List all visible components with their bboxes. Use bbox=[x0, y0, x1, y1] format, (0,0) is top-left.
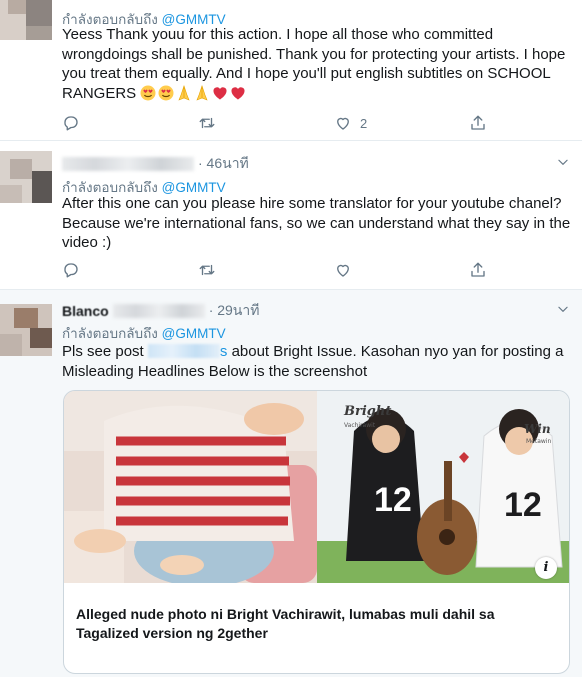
tweet[interactable]: Blanco · 29นาที กำลังตอบกลับถึง @GMMTV P… bbox=[0, 290, 582, 677]
user-name[interactable]: Blanco bbox=[62, 303, 109, 319]
tweet-actions: 2 bbox=[62, 114, 502, 134]
reply-button[interactable] bbox=[62, 114, 80, 132]
avatar[interactable] bbox=[0, 0, 52, 52]
info-icon[interactable]: i bbox=[535, 557, 557, 579]
replying-prefix: กำลังตอบกลับถึง bbox=[62, 326, 158, 341]
replying-prefix: กำลังตอบกลับถึง bbox=[62, 180, 158, 195]
like-count: 2 bbox=[360, 115, 368, 131]
like-button[interactable]: 2 bbox=[334, 114, 367, 132]
reply-icon bbox=[64, 263, 78, 278]
replying-to: กำลังตอบกลับถึง @GMMTV bbox=[62, 322, 226, 344]
share-button[interactable] bbox=[469, 261, 487, 279]
tweet-text: Yeess Thank youu for this action. I hope… bbox=[62, 25, 572, 103]
user-handle[interactable] bbox=[112, 304, 205, 318]
tweet-text: After this one can you please hire some … bbox=[62, 194, 572, 253]
tweet-header: Blanco · 29นาที bbox=[62, 300, 259, 322]
link-card[interactable]: 12 12 Bright Vachirawit Win Metawin i Al… bbox=[63, 390, 570, 674]
tweet-body: After this one can you please hire some … bbox=[62, 195, 571, 251]
retweet-button[interactable] bbox=[198, 114, 216, 132]
image-label: Win bbox=[524, 422, 551, 436]
folded-hands-icon bbox=[176, 84, 192, 101]
reply-icon bbox=[64, 116, 78, 131]
retweet-button[interactable] bbox=[198, 261, 216, 279]
user-name[interactable] bbox=[62, 157, 194, 171]
avatar[interactable] bbox=[0, 151, 52, 203]
post-link-blurred[interactable] bbox=[147, 344, 220, 358]
tweet-text: Pls see post s about Bright Issue. Kasoh… bbox=[62, 342, 572, 381]
card-title[interactable]: Alleged nude photo ni Bright Vachirawit,… bbox=[76, 605, 556, 643]
heart-eyes-icon bbox=[158, 85, 174, 101]
red-heart-icon bbox=[212, 85, 228, 101]
mention-link[interactable]: @GMMTV bbox=[162, 326, 226, 341]
avatar[interactable] bbox=[0, 304, 52, 356]
share-button[interactable] bbox=[469, 114, 487, 132]
image-sublabel: Vachirawit bbox=[344, 422, 376, 429]
heart-icon bbox=[337, 264, 349, 277]
retweet-icon bbox=[199, 117, 215, 129]
tweet-body: Yeess Thank youu for this action. I hope… bbox=[62, 26, 566, 102]
tweet[interactable]: · 46นาที กำลังตอบกลับถึง @GMMTV After th… bbox=[0, 141, 582, 290]
share-icon bbox=[471, 115, 485, 130]
mention-link[interactable]: @GMMTV bbox=[162, 180, 226, 195]
share-icon bbox=[471, 262, 485, 277]
image-label: Bright bbox=[343, 404, 391, 419]
post-link-tail[interactable]: s bbox=[220, 343, 228, 360]
tweet[interactable]: กำลังตอบกลับถึง @GMMTV Yeess Thank youu … bbox=[0, 0, 582, 141]
timestamp[interactable]: · 29นาที bbox=[209, 300, 260, 322]
emoji-row bbox=[140, 84, 248, 102]
heart-eyes-icon bbox=[140, 85, 156, 101]
like-button[interactable] bbox=[334, 261, 352, 279]
chevron-down-icon[interactable] bbox=[556, 155, 570, 169]
tweet-header: · 46นาที bbox=[62, 153, 249, 175]
tweet-body-start: Pls see post bbox=[62, 343, 144, 360]
card-image-art: 12 12 Bright Vachirawit Win Metawin bbox=[64, 391, 569, 583]
red-heart-icon bbox=[230, 85, 246, 101]
reply-button[interactable] bbox=[62, 261, 80, 279]
image-sublabel: Metawin bbox=[526, 438, 551, 445]
chevron-down-icon[interactable] bbox=[556, 302, 570, 316]
heart-icon bbox=[337, 117, 349, 130]
retweet-icon bbox=[199, 264, 215, 276]
card-image[interactable]: 12 12 Bright Vachirawit Win Metawin bbox=[64, 391, 569, 583]
folded-hands-icon bbox=[194, 84, 210, 101]
jersey-number: 12 bbox=[374, 481, 412, 519]
timestamp[interactable]: · 46นาที bbox=[198, 153, 249, 175]
tweet-actions bbox=[62, 261, 502, 281]
jersey-number: 12 bbox=[504, 486, 542, 524]
